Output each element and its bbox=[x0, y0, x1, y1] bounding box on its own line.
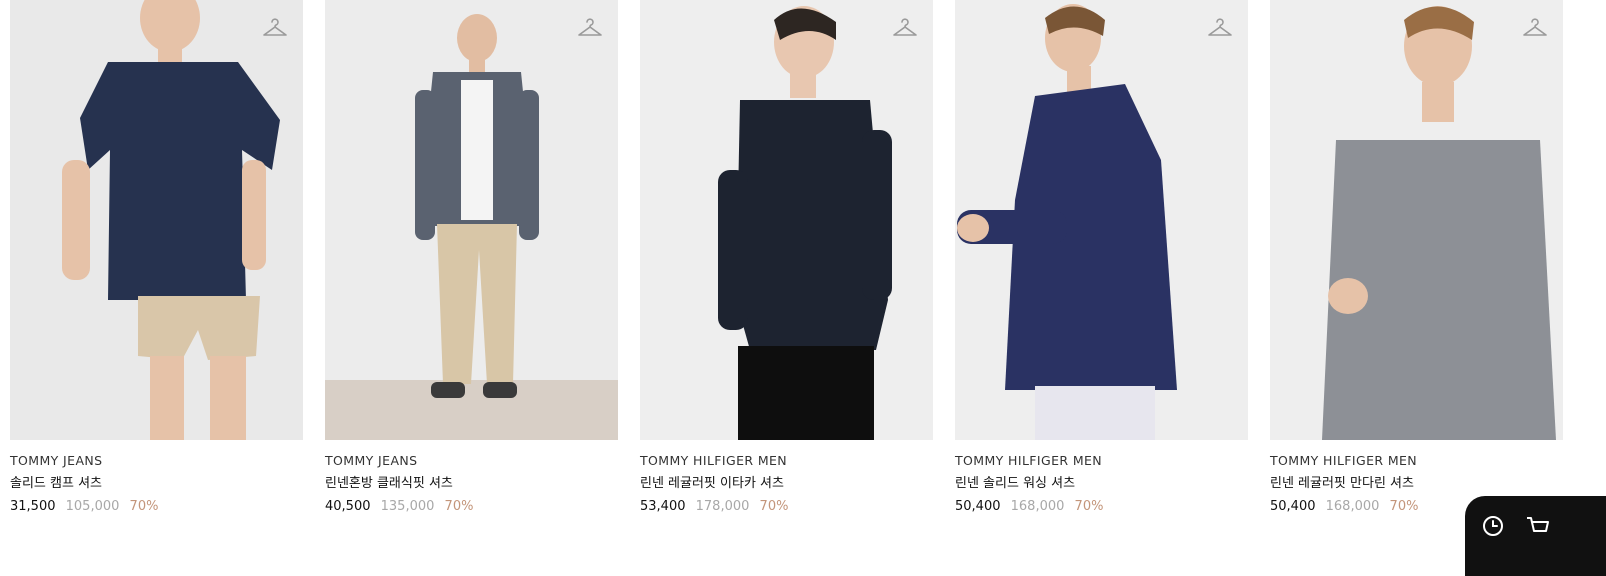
model-photo bbox=[1270, 0, 1563, 440]
original-price: 178,000 bbox=[695, 499, 750, 514]
hanger-icon[interactable] bbox=[891, 14, 919, 42]
brand-name[interactable]: TOMMY JEANS bbox=[325, 453, 618, 469]
sale-price: 40,500 bbox=[325, 499, 371, 514]
product-card[interactable]: TOMMY JEANS 솔리드 캠프 셔츠 31,500 105,000 70% bbox=[10, 0, 303, 516]
brand-name[interactable]: TOMMY JEANS bbox=[10, 453, 303, 469]
product-card[interactable]: TOMMY HILFIGER MEN 린넨 레귤러핏 만다린 셔츠 50,400… bbox=[1270, 0, 1563, 516]
discount-rate: 70% bbox=[444, 499, 474, 514]
hanger-icon[interactable] bbox=[1521, 14, 1549, 42]
discount-rate: 70% bbox=[129, 499, 159, 514]
product-image[interactable] bbox=[10, 0, 303, 440]
hanger-icon[interactable] bbox=[576, 14, 604, 42]
price-row: 50,400 168,000 70% bbox=[955, 498, 1248, 516]
hanger-icon[interactable] bbox=[1206, 14, 1234, 42]
sale-price: 50,400 bbox=[1270, 499, 1316, 514]
original-price: 168,000 bbox=[1325, 499, 1380, 514]
model-photo bbox=[955, 0, 1248, 440]
cart-icon[interactable] bbox=[1523, 512, 1551, 540]
product-image[interactable] bbox=[955, 0, 1248, 440]
product-image[interactable] bbox=[640, 0, 933, 440]
original-price: 105,000 bbox=[65, 499, 120, 514]
original-price: 135,000 bbox=[380, 499, 435, 514]
product-name[interactable]: 린넨 솔리드 워싱 셔츠 bbox=[955, 475, 1248, 493]
sale-price: 50,400 bbox=[955, 499, 1001, 514]
hanger-icon[interactable] bbox=[261, 14, 289, 42]
discount-rate: 70% bbox=[1074, 499, 1104, 514]
brand-name[interactable]: TOMMY HILFIGER MEN bbox=[1270, 453, 1563, 469]
brand-name[interactable]: TOMMY HILFIGER MEN bbox=[640, 453, 933, 469]
model-photo bbox=[10, 0, 303, 440]
product-card[interactable]: TOMMY HILFIGER MEN 린넨 레귤러핏 이타카 셔츠 53,400… bbox=[640, 0, 933, 516]
price-row: 31,500 105,000 70% bbox=[10, 498, 303, 516]
discount-rate: 70% bbox=[759, 499, 789, 514]
sale-price: 31,500 bbox=[10, 499, 56, 514]
brand-name[interactable]: TOMMY HILFIGER MEN bbox=[955, 453, 1248, 469]
model-photo bbox=[640, 0, 933, 440]
price-row: 53,400 178,000 70% bbox=[640, 498, 933, 516]
model-photo bbox=[325, 0, 618, 440]
price-row: 40,500 135,000 70% bbox=[325, 498, 618, 516]
product-image[interactable] bbox=[325, 0, 618, 440]
product-image[interactable] bbox=[1270, 0, 1563, 440]
discount-rate: 70% bbox=[1389, 499, 1419, 514]
product-grid: TOMMY JEANS 솔리드 캠프 셔츠 31,500 105,000 70% bbox=[0, 0, 1606, 544]
product-name[interactable]: 린넨 레귤러핏 만다린 셔츠 bbox=[1270, 475, 1563, 493]
product-card[interactable]: TOMMY JEANS 린넨혼방 클래식핏 셔츠 40,500 135,000 … bbox=[325, 0, 618, 516]
floating-quick-menu[interactable] bbox=[1465, 496, 1606, 576]
product-name[interactable]: 솔리드 캠프 셔츠 bbox=[10, 475, 303, 493]
clock-icon[interactable] bbox=[1481, 514, 1505, 538]
sale-price: 53,400 bbox=[640, 499, 686, 514]
product-name[interactable]: 린넨혼방 클래식핏 셔츠 bbox=[325, 475, 618, 493]
product-card[interactable]: TOMMY HILFIGER MEN 린넨 솔리드 워싱 셔츠 50,400 1… bbox=[955, 0, 1248, 516]
product-name[interactable]: 린넨 레귤러핏 이타카 셔츠 bbox=[640, 475, 933, 493]
original-price: 168,000 bbox=[1010, 499, 1065, 514]
